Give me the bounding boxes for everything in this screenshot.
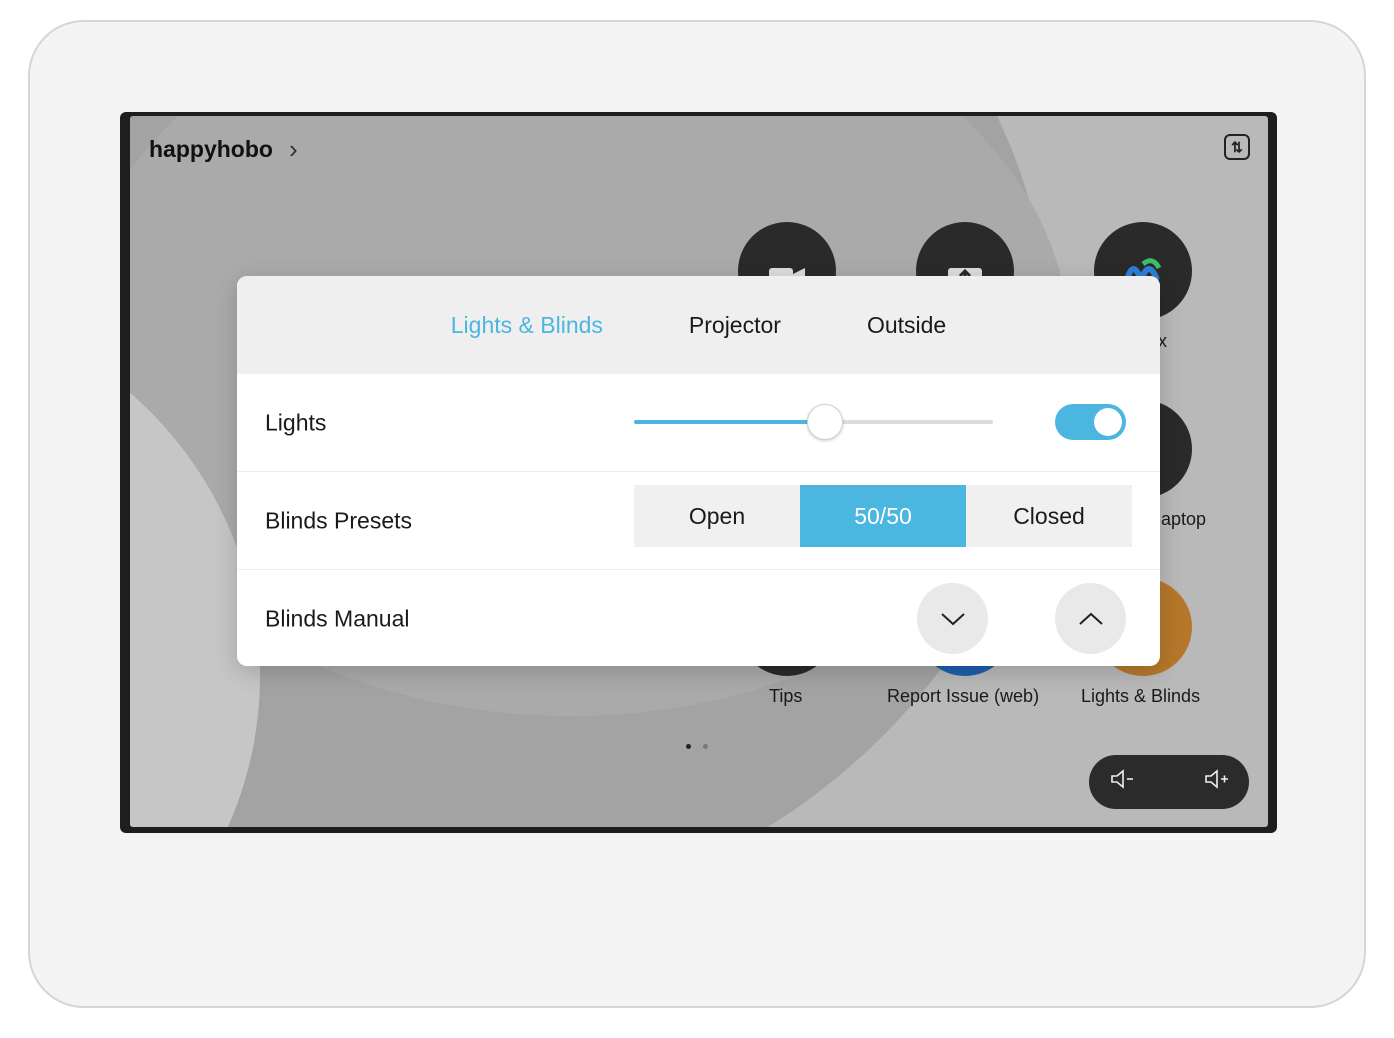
page-dot — [703, 744, 708, 749]
slider-fill — [634, 420, 825, 424]
chevron-right-icon: › — [288, 134, 298, 164]
blinds-presets-row: Blinds Presets Open 50/50 Closed — [237, 471, 1160, 569]
blinds-presets-label: Blinds Presets — [265, 507, 413, 533]
preset-5050-button[interactable]: 50/50 — [800, 485, 966, 547]
panel-tab-bar: Lights & Blinds Projector Outside — [237, 276, 1160, 374]
volume-control — [1089, 755, 1249, 809]
blinds-manual-row: Blinds Manual — [237, 569, 1160, 666]
toggle-knob — [1094, 408, 1122, 436]
page-dot-active — [686, 744, 691, 749]
lights-label: Lights — [265, 409, 327, 435]
lights-row: Lights — [237, 374, 1160, 471]
volume-down-icon[interactable] — [1109, 768, 1135, 796]
blinds-up-button[interactable] — [1055, 583, 1126, 654]
lights-toggle[interactable] — [1055, 404, 1126, 440]
lights-slider[interactable] — [634, 404, 993, 440]
page-indicator — [686, 744, 708, 749]
chevron-down-icon — [940, 612, 965, 625]
app-label: Lights & Blinds — [1081, 686, 1201, 706]
lights-blinds-panel: Lights & Blinds Projector Outside Lights… — [237, 276, 1160, 666]
room-name-button[interactable]: happyhobo › — [149, 134, 298, 165]
chevron-up-icon — [1078, 612, 1103, 625]
sort-arrows-icon[interactable]: ⇅ — [1224, 134, 1250, 160]
volume-up-icon[interactable] — [1203, 768, 1229, 796]
blinds-manual-label: Blinds Manual — [265, 605, 410, 631]
blinds-preset-group: Open 50/50 Closed — [634, 485, 1132, 547]
room-name: happyhobo — [149, 136, 273, 162]
tab-outside[interactable]: Outside — [867, 312, 946, 339]
tab-projector[interactable]: Projector — [689, 312, 781, 339]
preset-open-button[interactable]: Open — [634, 485, 800, 547]
app-label: Tips — [769, 686, 803, 706]
tab-lights-blinds[interactable]: Lights & Blinds — [451, 312, 603, 339]
preset-closed-button[interactable]: Closed — [966, 485, 1132, 547]
app-label: aptop — [1161, 509, 1207, 529]
app-label: Report Issue (web) — [887, 686, 1040, 706]
slider-thumb[interactable] — [807, 404, 844, 440]
blinds-down-button[interactable] — [917, 583, 988, 654]
